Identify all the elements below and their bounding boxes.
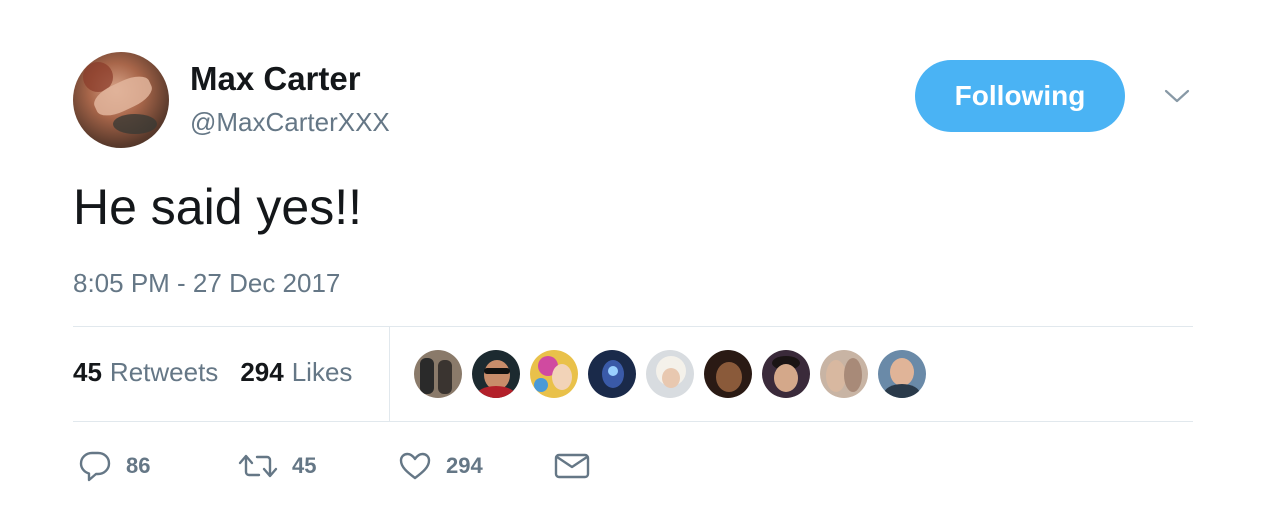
liker-avatar[interactable] (414, 350, 462, 398)
reply-count: 86 (126, 453, 151, 478)
liker-avatar[interactable] (762, 350, 810, 398)
reply-button[interactable]: 86 (78, 450, 238, 482)
reply-icon (78, 450, 112, 482)
tweet-actions: 86 45 294 (78, 450, 590, 482)
likers-avatars (414, 350, 926, 398)
heart-icon (398, 451, 432, 481)
retweets-count: 45 (73, 357, 102, 387)
retweets-stat[interactable]: 45 Retweets (73, 357, 218, 388)
like-count: 294 (446, 453, 483, 478)
like-button[interactable]: 294 (398, 451, 554, 481)
divider-bottom (73, 421, 1193, 422)
following-button[interactable]: Following (915, 60, 1125, 132)
retweet-icon (238, 451, 278, 481)
liker-avatar[interactable] (588, 350, 636, 398)
liker-avatar[interactable] (530, 350, 578, 398)
direct-message-button[interactable] (554, 452, 590, 480)
divider-top (73, 326, 1193, 327)
author-avatar[interactable] (73, 52, 169, 148)
tweet-timestamp[interactable]: 8:05 PM - 27 Dec 2017 (73, 268, 340, 299)
liker-avatar[interactable] (820, 350, 868, 398)
liker-avatar[interactable] (704, 350, 752, 398)
tweet-stats: 45 Retweets 294 Likes (73, 357, 352, 388)
likes-label: Likes (291, 357, 353, 387)
retweets-label: Retweets (109, 357, 219, 387)
liker-avatar[interactable] (646, 350, 694, 398)
stats-divider (389, 327, 390, 421)
retweet-count: 45 (292, 453, 317, 478)
likes-stat[interactable]: 294 Likes (240, 357, 352, 388)
liker-avatar[interactable] (472, 350, 520, 398)
envelope-icon (554, 452, 590, 480)
author-handle[interactable]: @MaxCarterXXX (190, 107, 390, 138)
likes-count: 294 (240, 357, 284, 387)
retweet-button[interactable]: 45 (238, 451, 398, 481)
chevron-down-icon[interactable] (1162, 84, 1192, 108)
tweet-text: He said yes!! (73, 179, 363, 235)
liker-avatar[interactable] (878, 350, 926, 398)
author-name[interactable]: Max Carter (190, 60, 361, 98)
